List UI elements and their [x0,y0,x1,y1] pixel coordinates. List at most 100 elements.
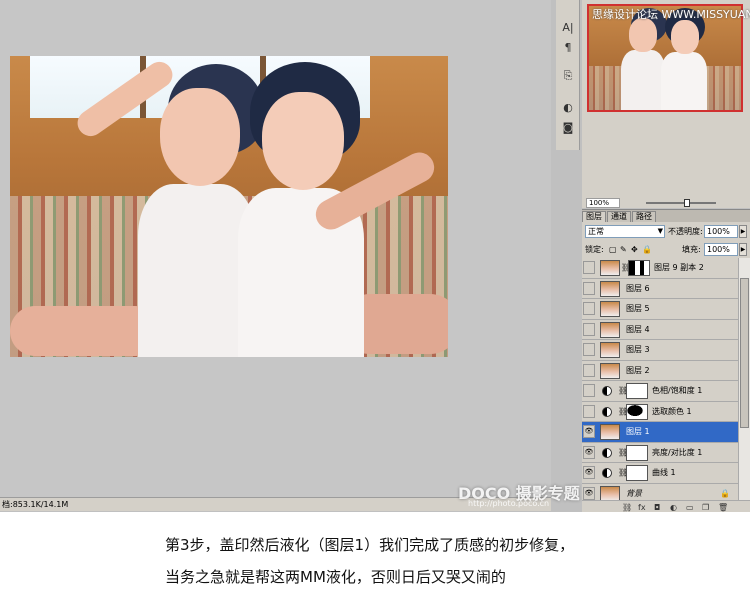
layer-mask-thumbnail[interactable] [626,444,648,461]
photoshop-window: 档:853.1K/14.1M A| ¶ ⎘ ◐ ◙ 100% 思缘设计论坛 WW… [0,0,750,513]
layer-row[interactable]: 👁 ⛓ 亮度/对比度 1 [582,442,738,463]
layer-row[interactable]: 👁 ⛓ 曲线 1 [582,463,738,484]
tab-layers[interactable]: 图层 [582,211,606,222]
photo-girl-right-face [262,92,344,190]
adjustments-icon[interactable]: ◐ [560,100,576,116]
watermark-doco-url: http://photo.poco.cn [468,499,550,508]
panel-tool-strip: A| ¶ ⎘ ◐ ◙ [556,0,580,150]
visibility-toggle[interactable] [583,302,595,315]
layer-thumbnail [600,424,620,440]
tab-channels[interactable]: 通道 [607,211,631,222]
watermark-missyuan: 思缘设计论坛 WWW.MISSYUAN.COM [592,8,750,21]
layer-row[interactable]: ⛓ 选取颜色 1 [582,401,738,422]
layer-name: 图层 1 [626,427,650,436]
layer-thumbnail [600,280,620,297]
doc-size-readout: 档:853.1K/14.1M [2,500,69,509]
lock-all-icon[interactable]: 🔒 [642,243,652,256]
masks-icon[interactable]: ◙ [560,120,576,136]
layer-name: 背景 [626,488,642,498]
layer-list-scrollbar[interactable] [738,258,750,500]
blend-row: 正常 ▼ 不透明度: 100% ▶ [582,224,750,240]
blend-mode-select[interactable]: 正常 ▼ [585,225,665,238]
clone-source-icon[interactable]: ⎘ [560,68,576,84]
thumb-face [629,18,657,52]
layer-row[interactable]: 图层 3 [582,340,738,361]
navigator-zoom: 100% [586,198,746,208]
visibility-toggle[interactable] [583,281,595,295]
thumb-shirt [621,50,665,110]
layer-name: 图层 9 副本 2 [654,263,704,272]
fill-slider-button[interactable]: ▶ [739,243,747,256]
zoom-slider[interactable] [646,202,716,204]
lock-position-icon[interactable]: ✥ [631,243,638,256]
fill-field[interactable]: 100% [704,243,738,256]
layer-mask-thumbnail[interactable] [626,383,648,399]
layer-row[interactable]: 👁 背景 🔒 [582,483,738,500]
visibility-toggle[interactable]: 👁 [583,445,595,459]
lock-icon: 🔒 [720,488,730,498]
layer-mask-thumbnail[interactable] [628,260,650,276]
lock-pixels-icon[interactable]: ✎ [620,243,627,256]
layer-name: 图层 6 [626,283,650,293]
adjustment-layer-icon [602,386,612,396]
adjustment-layer-icon [602,447,612,458]
layer-row[interactable]: 图层 4 [582,319,738,340]
layer-mask-thumbnail[interactable] [626,403,648,420]
blend-mode-value: 正常 [588,227,604,236]
lock-row: 锁定: ▢ ✎ ✥ 🔒 填充: 100% ▶ [582,242,750,258]
tutorial-caption: 第3步，盖印然后液化（图层1）我们完成了质感的初步修复， 当务之急就是帮这两MM… [0,512,750,605]
layer-row[interactable]: ⛓ 图层 9 副本 2 [582,258,738,279]
layers-panel: 图层 通道 路径 正常 ▼ 不透明度: 100% ▶ 锁定: ▢ ✎ ✥ 🔒 填… [582,209,750,513]
paragraph-panel-icon[interactable]: ¶ [560,40,576,56]
opacity-field[interactable]: 100% [704,225,738,238]
visibility-toggle[interactable] [583,322,595,336]
canvas-area[interactable] [0,0,551,497]
layer-mask-thumbnail[interactable] [626,465,648,481]
layer-row[interactable]: ⛓ 色相/饱和度 1 [582,381,738,402]
adjustment-layer-icon [602,406,612,417]
layer-row[interactable]: 图层 2 [582,360,738,381]
visibility-toggle[interactable]: 👁 [583,466,595,479]
layer-thumbnail [600,301,620,317]
layer-name: 图层 5 [626,304,650,313]
fill-label: 填充: [682,245,701,254]
layer-list: ⛓ 图层 9 副本 2 图层 6 图层 5 图层 4 图层 3 图层 2 ⛓ 色… [582,258,738,500]
lock-label: 锁定: [585,245,604,254]
zoom-field[interactable]: 100% [586,198,620,208]
caption-line-2: 当务之急就是帮这两MM液化，否则日后又哭又闹的 [165,568,506,586]
visibility-toggle[interactable] [583,384,595,397]
zoom-slider-handle[interactable] [684,199,690,207]
layer-name: 图层 4 [626,324,650,334]
layer-name: 选取颜色 1 [652,406,692,416]
visibility-toggle[interactable] [583,261,595,274]
layer-name: 亮度/对比度 1 [652,447,703,457]
layer-row-selected[interactable]: 👁 图层 1 [582,422,738,443]
scrollbar-thumb[interactable] [740,278,749,428]
layer-name: 色相/饱和度 1 [652,386,703,395]
document-photo[interactable] [10,56,448,357]
layer-thumbnail [600,321,620,338]
visibility-toggle[interactable] [583,363,595,377]
layer-thumbnail [600,342,620,358]
layer-thumbnail [600,260,620,276]
visibility-toggle[interactable]: 👁 [583,486,595,500]
visibility-toggle[interactable]: 👁 [583,425,595,438]
visibility-toggle[interactable] [583,404,595,418]
layer-thumbnail [600,485,620,500]
layer-row[interactable]: 图层 6 [582,278,738,299]
tab-paths[interactable]: 路径 [632,211,656,222]
layer-name: 曲线 1 [652,468,676,477]
opacity-slider-button[interactable]: ▶ [739,225,747,238]
chevron-down-icon: ▼ [657,227,663,235]
visibility-toggle[interactable] [583,343,595,356]
character-panel-icon[interactable]: A| [560,20,576,36]
caption-line-1: 第3步，盖印然后液化（图层1）我们完成了质感的初步修复， [165,536,575,554]
layer-row[interactable]: 图层 5 [582,299,738,320]
navigator-panel: 100% [582,0,750,208]
layers-panel-tabs: 图层 通道 路径 [582,210,750,222]
layer-thumbnail [600,362,620,379]
photo-girl-left-face [160,88,240,186]
layer-name: 图层 2 [626,365,650,375]
lock-transparent-icon[interactable]: ▢ [609,243,617,256]
thumb-shirt [661,52,707,110]
